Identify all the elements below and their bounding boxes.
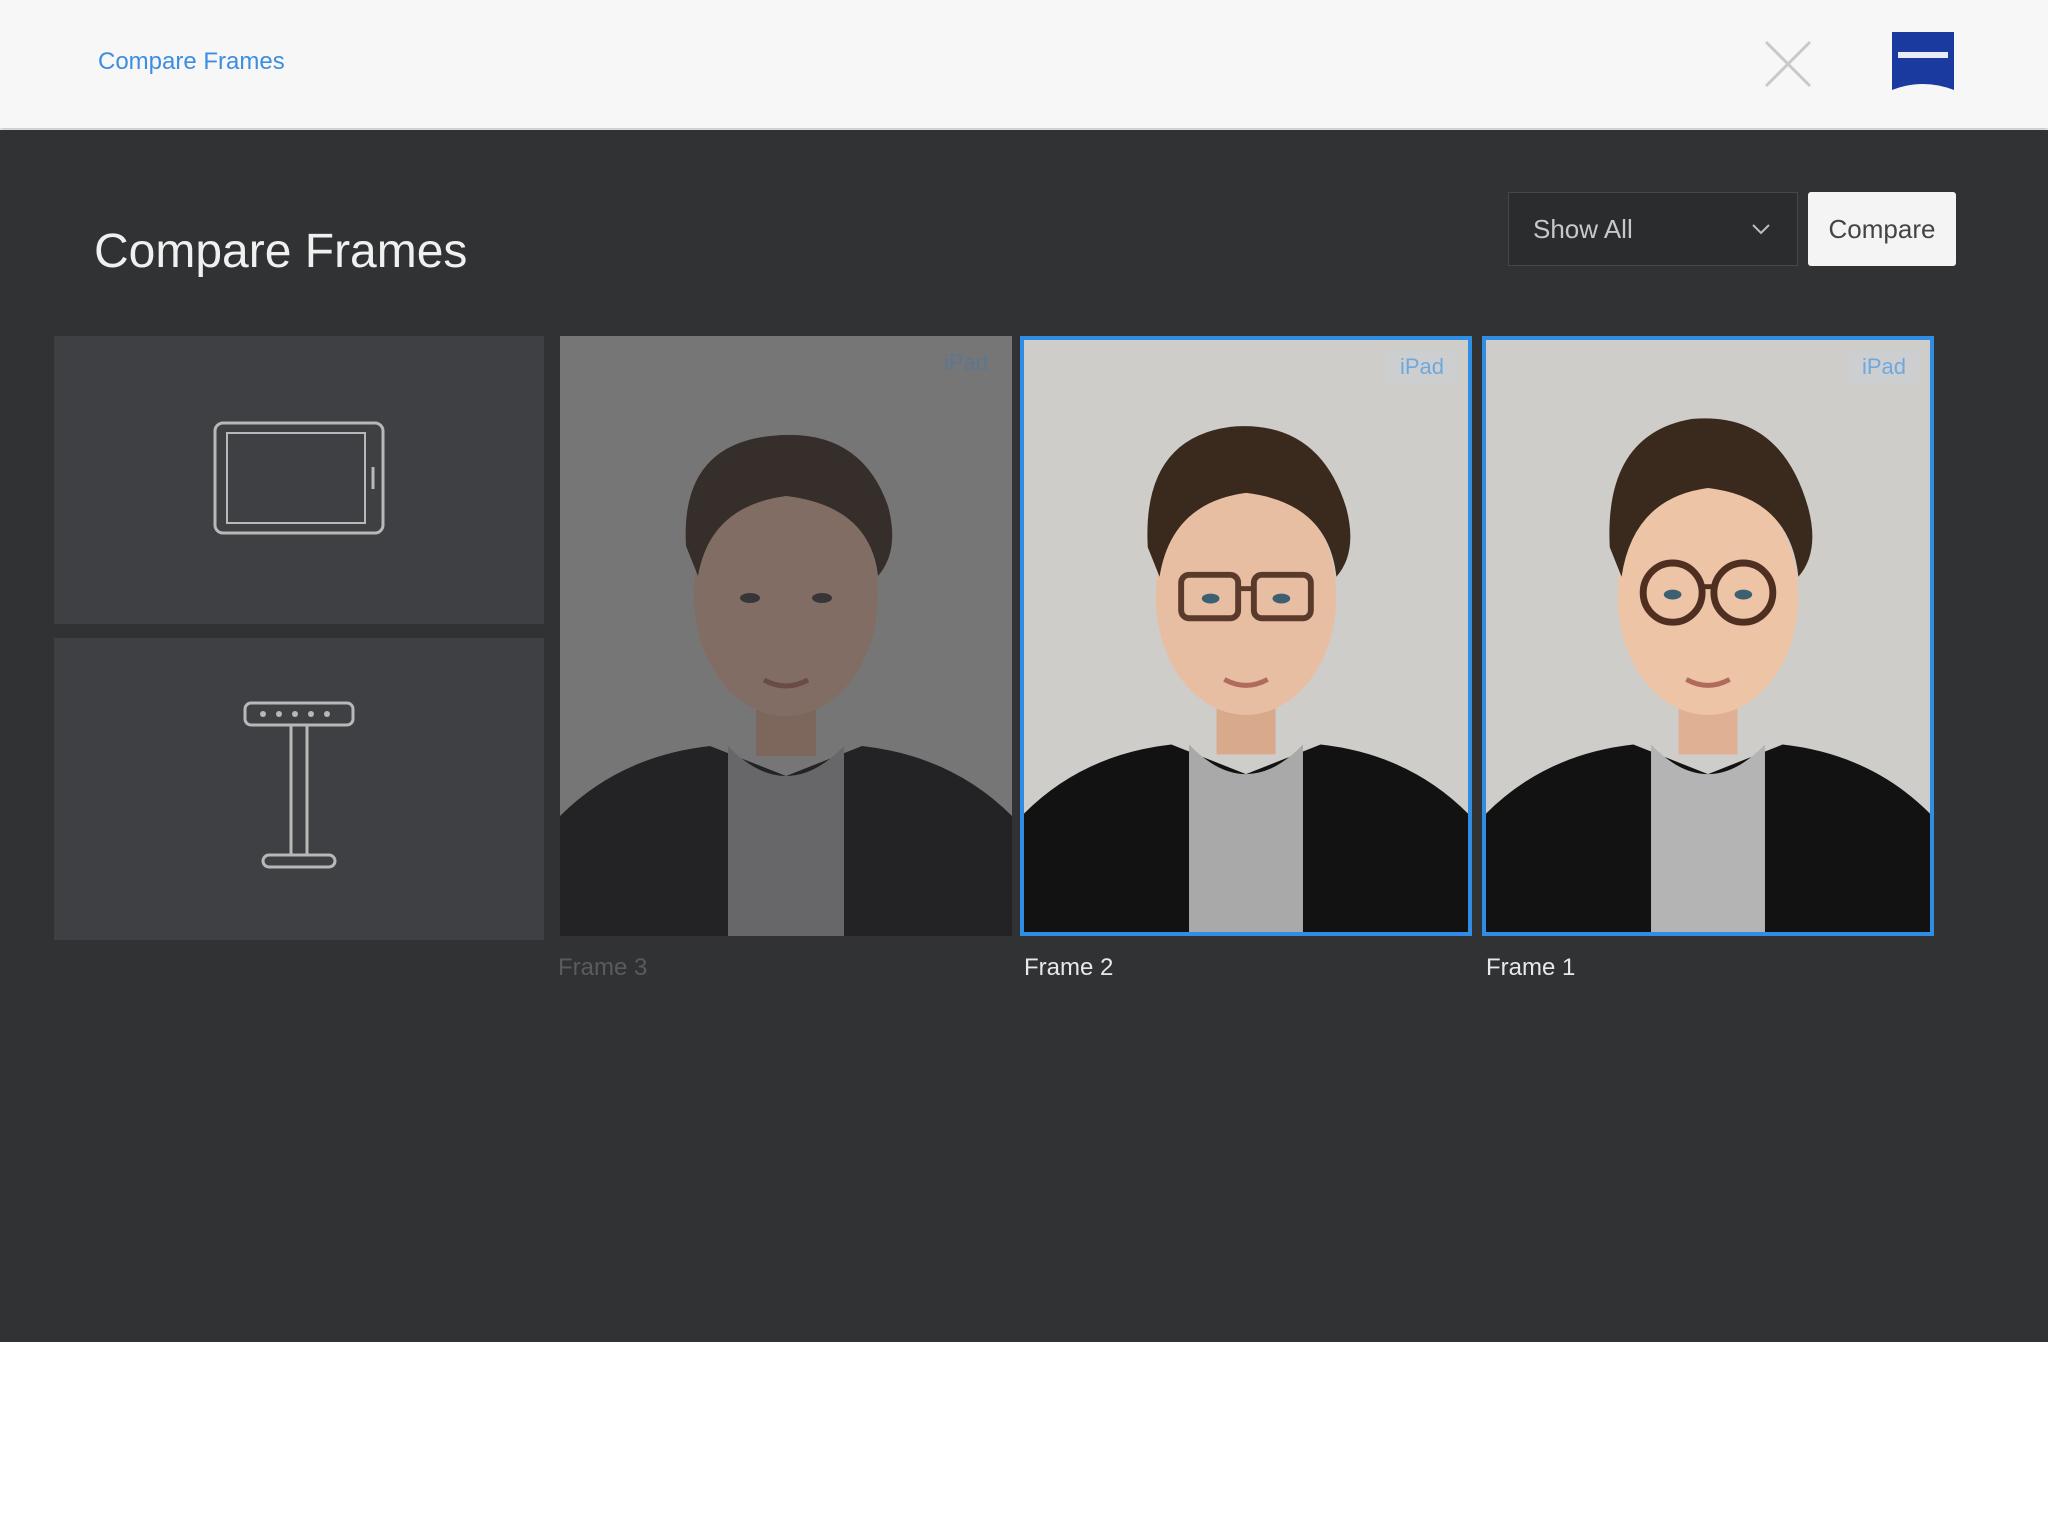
frame-card-3[interactable]: iPad [560, 336, 1012, 936]
main-panel: Compare Frames Show All Compare iPad Fra… [0, 130, 2048, 1342]
frame-label: Frame 2 [1024, 954, 1114, 981]
frame-card-2[interactable]: iPad [1020, 336, 1472, 936]
page-title: Compare Frames [94, 225, 468, 279]
device-badge: iPad [1847, 350, 1920, 384]
chevron-down-icon [1749, 217, 1773, 241]
portrait-photo [1024, 340, 1468, 932]
compare-button[interactable]: Compare [1808, 192, 1956, 266]
top-bar: Compare Frames [0, 0, 2048, 128]
breadcrumb[interactable]: Compare Frames [98, 48, 285, 76]
device-tile-camera-stand[interactable] [54, 638, 544, 940]
tablet-icon [213, 421, 385, 540]
device-badge: iPad [943, 350, 988, 375]
filter-selected-value: Show All [1533, 213, 1633, 244]
dim-overlay [560, 336, 1012, 936]
frame-label: Frame 1 [1486, 954, 1576, 981]
portrait-photo [1486, 340, 1930, 932]
device-tile-tablet[interactable] [54, 336, 544, 624]
close-icon[interactable] [1762, 38, 1814, 90]
device-badge: iPad [1385, 350, 1458, 384]
filter-dropdown[interactable]: Show All [1508, 192, 1798, 266]
camera-stand-icon [239, 697, 359, 882]
brand-logo [1890, 30, 1956, 96]
frame-card-1[interactable]: iPad [1482, 336, 1934, 936]
frame-label: Frame 3 [558, 954, 648, 981]
